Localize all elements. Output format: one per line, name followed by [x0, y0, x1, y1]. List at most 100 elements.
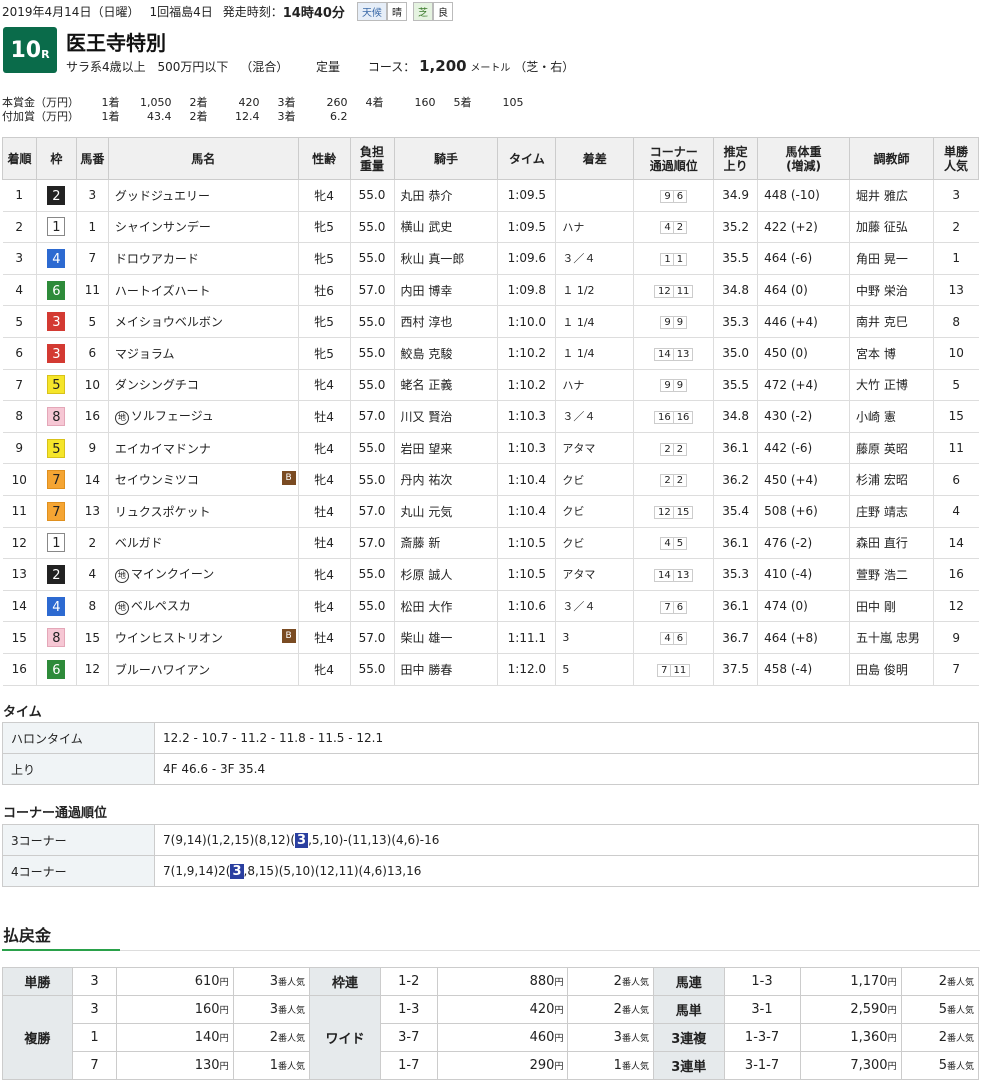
waku-number: 5 — [47, 438, 66, 458]
jockey-name[interactable]: 横山 武史 — [393, 210, 498, 244]
jockey-name[interactable]: 松田 大作 — [393, 589, 498, 623]
jockey-name[interactable]: 丹内 祐次 — [393, 463, 498, 496]
column-header[interactable]: コーナー 通過順位 — [633, 137, 715, 180]
prize-extra: 付加賞（万円） 1着 43.4 2着 12.4 3着 6.2 — [2, 108, 356, 124]
corner-positions: 12 15 — [633, 494, 714, 528]
race-name: 医王寺特別 — [66, 31, 166, 55]
jockey-name[interactable]: 西村 淳也 — [393, 305, 498, 338]
trainer-name[interactable]: 森田 直行 — [849, 526, 934, 560]
trainer-name[interactable]: 庄野 靖志 — [849, 494, 934, 528]
horse-name[interactable]: リュクスポケット — [115, 505, 211, 519]
jockey-name[interactable]: 丸山 元気 — [393, 494, 498, 528]
table-row: 12 1 2 ベルガド 牡4 57.0 斎藤 新 1:10.5 クビ 4 5 36.1 476 (-2)… — [2, 526, 979, 560]
payout-rank-cell: 1番人気 — [567, 1051, 654, 1080]
horse-name-cell: セイウンミツコ B — [107, 463, 299, 496]
prize-extra-label: 付加賞（万円） — [2, 110, 79, 123]
horse-number: 7 — [75, 242, 109, 275]
horse-name[interactable]: ベルガド — [115, 536, 163, 550]
column-header[interactable]: 馬名 — [107, 137, 299, 180]
track-label: 芝 — [412, 1, 433, 21]
jockey-name[interactable]: 鮫島 克駿 — [393, 336, 498, 370]
jockey-name[interactable]: 杉原 誠人 — [393, 558, 498, 591]
payout-rank: 3 — [269, 1002, 279, 1017]
trainer-name[interactable]: 小崎 憲 — [849, 400, 934, 433]
trainer-name[interactable]: 大竹 正博 — [849, 368, 934, 402]
trainer-name[interactable]: 五十嵐 忠男 — [849, 621, 934, 654]
horse-name[interactable]: ハートイズハート — [115, 284, 211, 298]
trainer-name[interactable]: 宮本 博 — [849, 336, 934, 370]
win-favorite: 10 — [932, 336, 979, 370]
horse-name[interactable]: メイショウベルボン — [115, 315, 223, 329]
waku-number: 8 — [47, 628, 66, 648]
column-header[interactable]: 着差 — [555, 137, 635, 180]
trainer-name[interactable]: 田中 剛 — [849, 589, 934, 623]
column-header[interactable]: タイム — [497, 137, 557, 180]
horse-name[interactable]: エイカイマドンナ — [115, 442, 211, 456]
horse-number: 11 — [75, 273, 109, 307]
sex-age: 牝5 — [297, 210, 351, 244]
jockey-name[interactable]: 岩田 望来 — [393, 431, 498, 465]
payout-amount: 460 — [529, 1030, 555, 1045]
trainer-name[interactable]: 杉浦 宏昭 — [849, 463, 934, 496]
sex-age: 牡4 — [297, 526, 351, 560]
horse-name[interactable]: グッドジュエリー — [115, 189, 210, 203]
column-header[interactable]: 馬番 — [75, 137, 109, 180]
horse-name[interactable]: ソルフェージュ — [131, 409, 214, 423]
column-header[interactable]: 騎手 — [393, 137, 499, 180]
last-3f: 35.2 — [713, 210, 758, 244]
jockey-name[interactable]: 秋山 真一郎 — [393, 242, 498, 275]
horse-name[interactable]: ベルペスカ — [131, 599, 191, 613]
trainer-name[interactable]: 中野 栄治 — [849, 273, 934, 307]
horse-name[interactable]: ドロウアカード — [115, 252, 199, 266]
horse-name[interactable]: ダンシングチコ — [115, 378, 199, 392]
trainer-name[interactable]: 南井 克巳 — [849, 305, 934, 338]
column-header[interactable]: 枠 — [35, 137, 77, 180]
jockey-name[interactable]: 川又 賢治 — [393, 400, 498, 433]
weather-value: 晴 — [386, 1, 407, 21]
column-header[interactable]: 調教師 — [849, 137, 934, 180]
column-header[interactable]: 単勝 人気 — [932, 137, 980, 180]
trainer-name[interactable]: 田島 俊明 — [849, 652, 934, 686]
jockey-name[interactable]: 柴山 雄一 — [393, 621, 498, 654]
column-header[interactable]: 負担 重量 — [349, 137, 395, 180]
jockey-name[interactable]: 斎藤 新 — [393, 526, 498, 560]
waku-cell: 3 — [35, 305, 77, 338]
finish-time: 1:10.0 — [497, 305, 556, 338]
horse-number: 4 — [75, 558, 109, 591]
jockey-name[interactable]: 丸田 恭介 — [393, 179, 498, 212]
horse-name-cell: リュクスポケット — [107, 494, 299, 528]
trainer-name[interactable]: 堀井 雅広 — [849, 179, 934, 212]
horse-name[interactable]: ウインヒストリオン — [115, 631, 223, 645]
trainer-name[interactable]: 藤原 英昭 — [849, 431, 934, 465]
trainer-name[interactable]: 萱野 浩二 — [849, 558, 934, 591]
trainer-name[interactable]: 角田 晃一 — [849, 242, 934, 275]
sex-age: 牡4 — [297, 621, 351, 654]
horse-name[interactable]: セイウンミツコ — [115, 473, 199, 487]
popularity-unit: 番人気 — [278, 1006, 306, 1016]
column-header[interactable]: 着順 — [2, 137, 37, 180]
carried-weight: 55.0 — [349, 652, 394, 686]
payout-title-underline — [2, 949, 120, 951]
corner4-position: 2 — [672, 221, 688, 235]
horse-name[interactable]: マジョラム — [115, 347, 175, 361]
popularity-unit: 番人気 — [946, 1006, 974, 1016]
payout-amount: 290 — [529, 1058, 555, 1073]
win-favorite: 1 — [932, 242, 979, 275]
waku-number: 6 — [47, 659, 66, 679]
corner-positions: 99 — [633, 305, 714, 338]
trainer-name[interactable]: 加藤 征弘 — [849, 210, 934, 244]
margin: アタマ — [555, 558, 634, 591]
column-header[interactable]: 馬体重 (増減) — [757, 137, 851, 180]
jockey-name[interactable]: 内田 博幸 — [393, 273, 498, 307]
column-header[interactable]: 推定 上り — [713, 137, 759, 180]
payout-amount: 880 — [529, 974, 555, 989]
horse-name[interactable]: マインクイーン — [131, 567, 214, 581]
jockey-name[interactable]: 田中 勝春 — [393, 652, 498, 686]
column-header[interactable]: 性齢 — [297, 137, 351, 180]
horse-name[interactable]: シャインサンデー — [115, 220, 211, 234]
win-favorite: 4 — [932, 494, 979, 528]
waku-number: 6 — [47, 280, 66, 300]
horse-name[interactable]: ブルーハワイアン — [115, 663, 210, 677]
jockey-name[interactable]: 蛯名 正義 — [393, 368, 498, 402]
finish-time: 1:10.5 — [497, 558, 556, 591]
